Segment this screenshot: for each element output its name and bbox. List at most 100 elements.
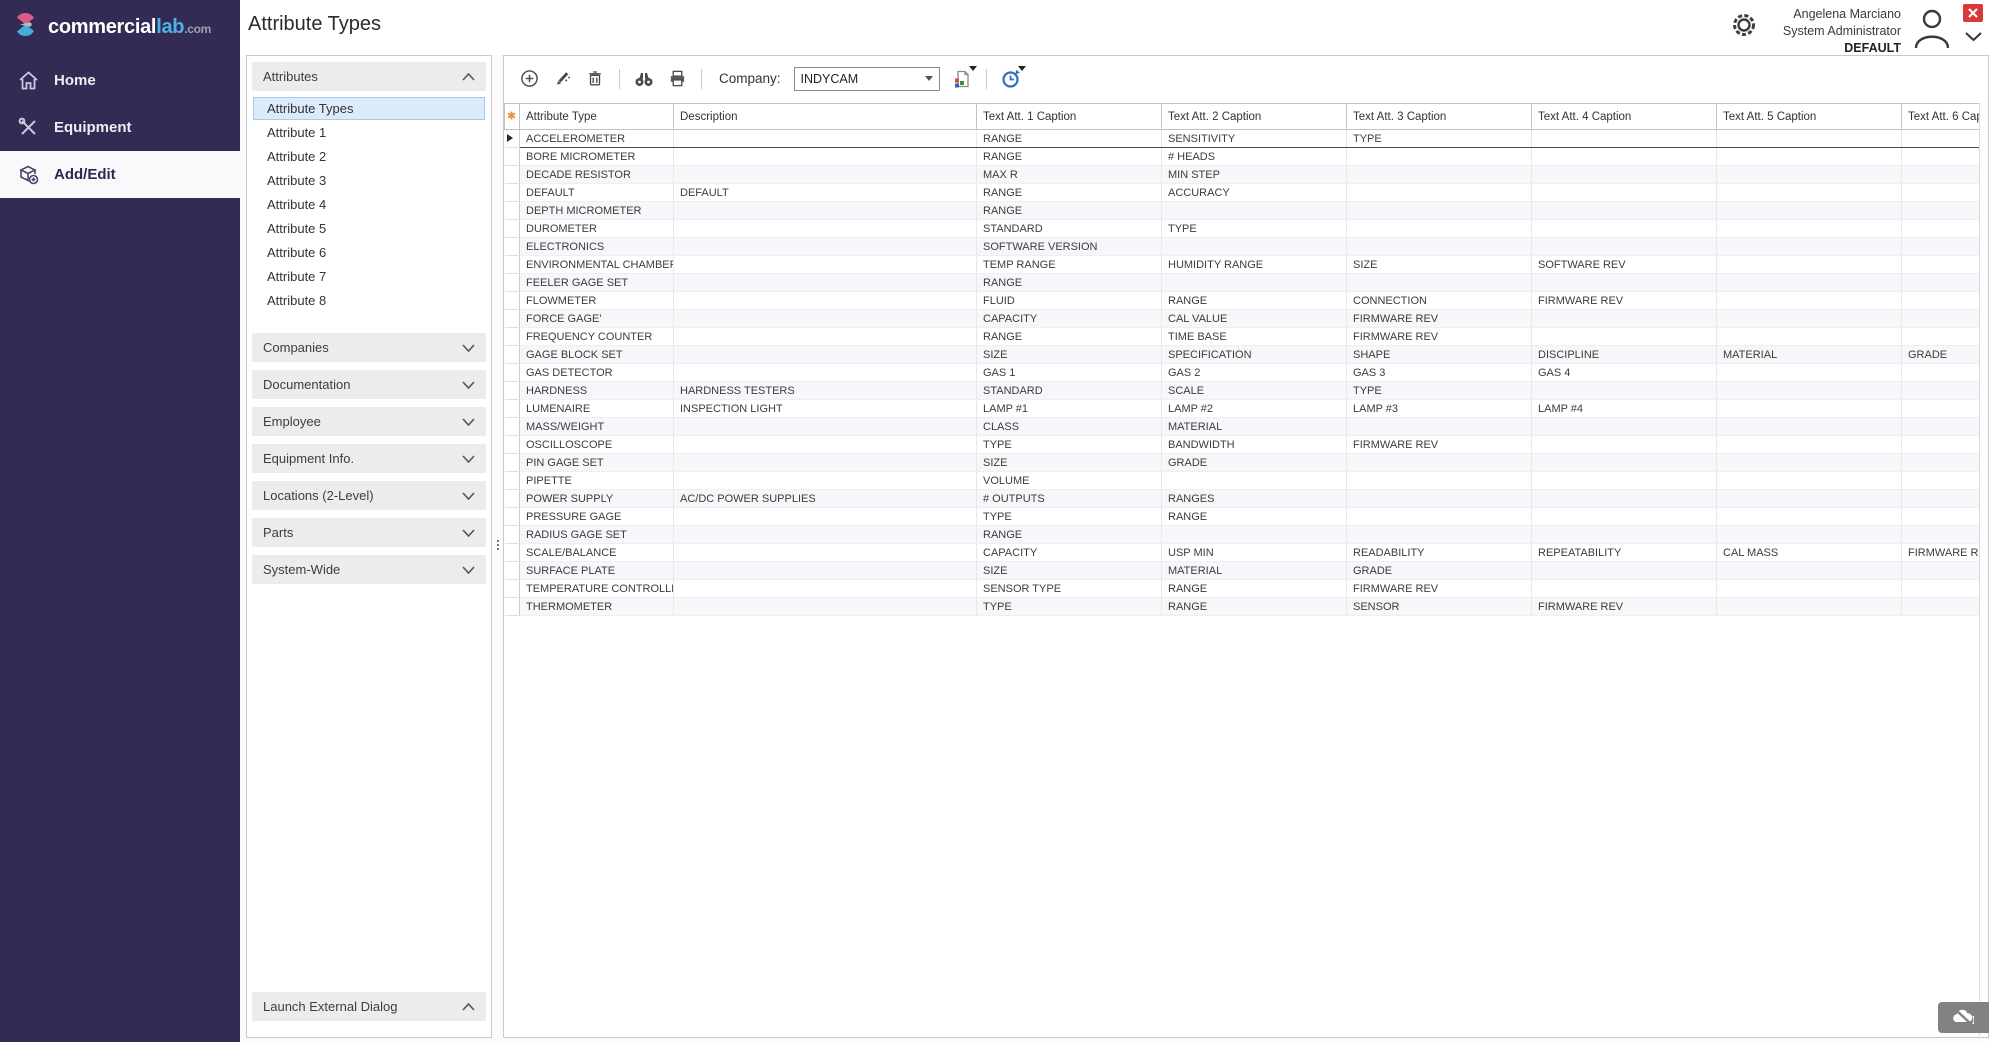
row-selector-cell[interactable]: [505, 436, 520, 454]
table-cell[interactable]: [1902, 148, 1980, 166]
table-cell[interactable]: CAL VALUE: [1162, 310, 1347, 328]
table-cell[interactable]: [1717, 256, 1902, 274]
table-cell[interactable]: FIRMWARE REV: [1347, 328, 1532, 346]
table-cell[interactable]: SIZE: [977, 346, 1162, 364]
row-selector-cell[interactable]: [505, 472, 520, 490]
table-cell[interactable]: [1717, 130, 1902, 148]
row-selector-cell[interactable]: [505, 346, 520, 364]
table-cell[interactable]: [1532, 148, 1717, 166]
row-selector-cell[interactable]: [505, 238, 520, 256]
table-cell[interactable]: [674, 544, 977, 562]
table-cell[interactable]: [1902, 490, 1980, 508]
table-row[interactable]: ENVIRONMENTAL CHAMBERTEMP RANGEHUMIDITY …: [505, 256, 1980, 274]
table-row[interactable]: TEMPERATURE CONTROLLERSENSOR TYPERANGEFI…: [505, 580, 1980, 598]
table-cell[interactable]: HARDNESS TESTERS: [674, 382, 977, 400]
section-attributes[interactable]: Attributes: [252, 62, 486, 91]
table-cell[interactable]: [1347, 202, 1532, 220]
table-cell[interactable]: TEMPERATURE CONTROLLER: [520, 580, 674, 598]
table-cell[interactable]: [1532, 274, 1717, 292]
table-cell[interactable]: FIRMWARE REV: [1532, 598, 1717, 616]
table-cell[interactable]: CAPACITY: [977, 544, 1162, 562]
table-cell[interactable]: [1162, 472, 1347, 490]
table-cell[interactable]: [674, 166, 977, 184]
table-row[interactable]: GAS DETECTORGAS 1GAS 2GAS 3GAS 4: [505, 364, 1980, 382]
table-cell[interactable]: ELECTRONICS: [520, 238, 674, 256]
table-cell[interactable]: ENVIRONMENTAL CHAMBER: [520, 256, 674, 274]
table-cell[interactable]: [1902, 580, 1980, 598]
table-cell[interactable]: DUROMETER: [520, 220, 674, 238]
table-cell[interactable]: [1717, 472, 1902, 490]
column-header-text-att-2-caption[interactable]: Text Att. 2 Caption: [1162, 104, 1347, 130]
table-cell[interactable]: [1532, 328, 1717, 346]
table-cell[interactable]: FORCE GAGE': [520, 310, 674, 328]
table-cell[interactable]: [1532, 418, 1717, 436]
section-employee[interactable]: Employee: [252, 407, 486, 436]
column-header-attribute-type[interactable]: Attribute Type: [520, 104, 674, 130]
table-cell[interactable]: MATERIAL: [1162, 562, 1347, 580]
section-locations-2-level[interactable]: Locations (2-Level): [252, 481, 486, 510]
table-cell[interactable]: [1162, 238, 1347, 256]
table-cell[interactable]: RANGE: [977, 202, 1162, 220]
table-cell[interactable]: [1902, 382, 1980, 400]
table-cell[interactable]: [1347, 472, 1532, 490]
table-cell[interactable]: TYPE: [1162, 220, 1347, 238]
table-cell[interactable]: STANDARD: [977, 382, 1162, 400]
chat-widget-placeholder[interactable]: [1938, 1002, 1989, 1033]
table-cell[interactable]: RANGE: [977, 328, 1162, 346]
table-cell[interactable]: PIN GAGE SET: [520, 454, 674, 472]
table-cell[interactable]: SIZE: [977, 562, 1162, 580]
section-documentation[interactable]: Documentation: [252, 370, 486, 399]
table-cell[interactable]: POWER SUPPLY: [520, 490, 674, 508]
table-cell[interactable]: [1717, 148, 1902, 166]
row-selector-cell[interactable]: [505, 130, 520, 148]
table-cell[interactable]: CLASS: [977, 418, 1162, 436]
table-cell[interactable]: GAS 1: [977, 364, 1162, 382]
table-cell[interactable]: FLUID: [977, 292, 1162, 310]
table-cell[interactable]: [1717, 328, 1902, 346]
table-cell[interactable]: [1902, 436, 1980, 454]
table-cell[interactable]: [1717, 274, 1902, 292]
table-cell[interactable]: [674, 292, 977, 310]
panel-item-attribute-1[interactable]: Attribute 1: [253, 121, 485, 144]
table-cell[interactable]: DEFAULT: [520, 184, 674, 202]
table-cell[interactable]: MIN STEP: [1162, 166, 1347, 184]
export-icon[interactable]: [951, 68, 973, 90]
table-cell[interactable]: [1532, 220, 1717, 238]
table-cell[interactable]: FIRMWARE REV: [1347, 580, 1532, 598]
table-cell[interactable]: [1717, 490, 1902, 508]
row-selector-cell[interactable]: [505, 382, 520, 400]
table-cell[interactable]: [1902, 454, 1980, 472]
table-cell[interactable]: INSPECTION LIGHT: [674, 400, 977, 418]
table-cell[interactable]: [1717, 202, 1902, 220]
table-cell[interactable]: SCALE: [1162, 382, 1347, 400]
table-cell[interactable]: GAS 2: [1162, 364, 1347, 382]
table-cell[interactable]: MATERIAL: [1162, 418, 1347, 436]
table-cell[interactable]: GRADE: [1902, 346, 1980, 364]
column-header-text-att-1-caption[interactable]: Text Att. 1 Caption: [977, 104, 1162, 130]
edit-icon[interactable]: [551, 68, 573, 90]
panel-item-attribute-types[interactable]: Attribute Types: [253, 97, 485, 120]
table-cell[interactable]: [1717, 598, 1902, 616]
table-cell[interactable]: [1347, 166, 1532, 184]
table-cell[interactable]: THERMOMETER: [520, 598, 674, 616]
table-cell[interactable]: [674, 508, 977, 526]
table-cell[interactable]: FEELER GAGE SET: [520, 274, 674, 292]
table-cell[interactable]: [674, 328, 977, 346]
table-cell[interactable]: [1902, 184, 1980, 202]
table-cell[interactable]: RANGE: [1162, 508, 1347, 526]
table-row[interactable]: PRESSURE GAGETYPERANGE: [505, 508, 1980, 526]
table-cell[interactable]: [1347, 418, 1532, 436]
table-cell[interactable]: USP MIN: [1162, 544, 1347, 562]
table-cell[interactable]: [1347, 184, 1532, 202]
table-row[interactable]: FORCE GAGE'CAPACITYCAL VALUEFIRMWARE REV: [505, 310, 1980, 328]
print-icon[interactable]: [666, 68, 688, 90]
table-cell[interactable]: [1902, 400, 1980, 418]
table-cell[interactable]: [1532, 202, 1717, 220]
table-cell[interactable]: [1162, 202, 1347, 220]
table-cell[interactable]: [1717, 310, 1902, 328]
table-cell[interactable]: [1717, 526, 1902, 544]
table-cell[interactable]: [1902, 418, 1980, 436]
table-cell[interactable]: LAMP #2: [1162, 400, 1347, 418]
row-selector-cell[interactable]: [505, 148, 520, 166]
table-cell[interactable]: [1902, 328, 1980, 346]
